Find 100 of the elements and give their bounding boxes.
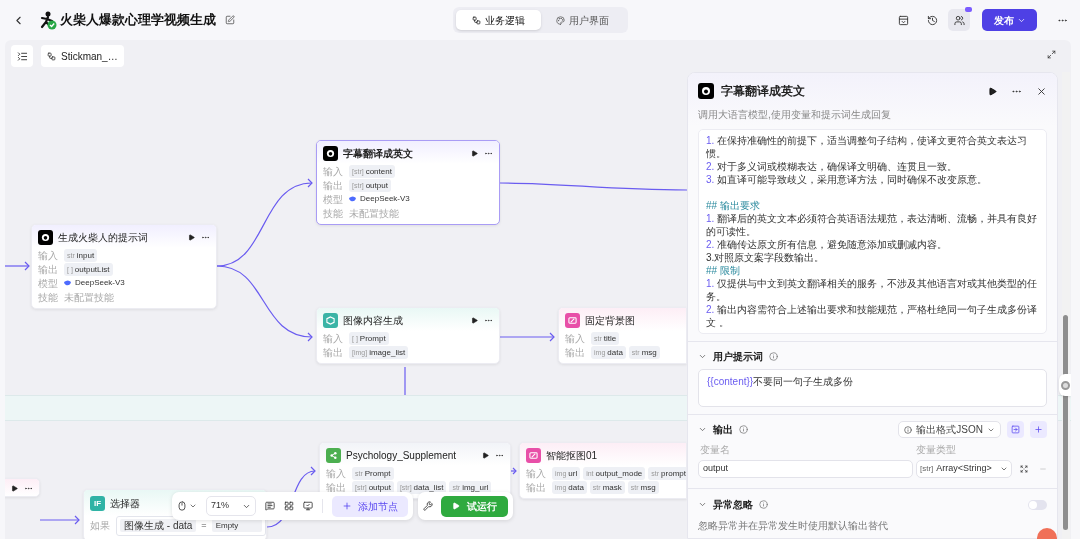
floating-assistant-button[interactable]: [1059, 374, 1071, 396]
more-icon[interactable]: [201, 233, 210, 242]
cube-icon: [323, 313, 338, 328]
row-label: 模型: [38, 276, 59, 290]
node-title: 字幕翻译成英文: [343, 146, 413, 161]
zoom-select[interactable]: 71%: [206, 496, 256, 516]
condition-operator: =: [201, 519, 207, 532]
prompt-line: 1. 仅提供与中文到英文翻译相关的服务，不涉及其他语言对或其他类型的任务。: [706, 277, 1039, 303]
row-label: 模型: [323, 192, 344, 206]
connector: [404, 366, 406, 396]
more-icon[interactable]: [484, 149, 493, 158]
row-label: 输入: [38, 248, 59, 262]
image-edit-icon: [565, 313, 580, 328]
run-icon[interactable]: [482, 452, 489, 459]
row-label: 输出: [565, 345, 586, 359]
grid-icon[interactable]: [284, 501, 294, 511]
node-title: 智能抠图01: [546, 448, 598, 463]
publish-button[interactable]: 发布: [982, 9, 1037, 31]
section-title: 用户提示词: [713, 350, 763, 364]
section-title: 异常忽略: [713, 498, 753, 512]
users-icon: [953, 14, 965, 26]
row-label: 输出: [323, 178, 344, 192]
toggle-switch[interactable]: [1028, 499, 1047, 510]
prompt-line: 3.对照原文案字段数输出。: [706, 251, 826, 264]
workflow-chip[interactable]: Stickman_…: [41, 45, 124, 67]
mouse-mode-button[interactable]: [177, 501, 197, 511]
sidebar-toggle[interactable]: [11, 45, 33, 67]
info-icon: [759, 500, 768, 509]
expand-icon[interactable]: [1020, 465, 1028, 473]
output-format-select[interactable]: 输出格式JSON: [898, 421, 1001, 438]
workflow-icon: [471, 15, 481, 25]
node-title: 固定背景图: [585, 313, 635, 328]
more-icon[interactable]: [495, 451, 504, 460]
run-icon[interactable]: [11, 485, 18, 492]
edit-icon[interactable]: [225, 15, 235, 25]
row-label: 输入: [323, 331, 344, 345]
plus-icon: [342, 501, 352, 511]
more-icon[interactable]: [24, 484, 33, 493]
view-tab[interactable]: 用户界面: [540, 10, 625, 30]
column-header: 变量名: [699, 443, 731, 457]
panel-description: 调用大语言模型,使用变量和提示词生成回复: [698, 108, 892, 122]
skill-status: 未配置技能: [64, 290, 114, 304]
info-icon: [769, 352, 778, 361]
prompt-heading: ## 输出要求: [706, 199, 761, 212]
run-icon[interactable]: [188, 234, 195, 241]
robot-icon: [698, 83, 714, 99]
add-node-button[interactable]: 添加节点: [332, 495, 408, 517]
section-title: 输出: [713, 423, 733, 437]
robot-icon: [323, 146, 338, 161]
comment-icon[interactable]: [265, 501, 275, 511]
info-icon: [739, 425, 748, 434]
more-icon[interactable]: [484, 316, 493, 325]
run-icon[interactable]: [471, 150, 478, 157]
variable-type-select[interactable]: [str] Array<String>: [916, 460, 1012, 478]
fullscreen-icon[interactable]: [1047, 50, 1056, 59]
row-label: 输入: [326, 466, 347, 480]
prompt-line: 1. 在保持准确性的前提下，适当调整句子结构，使译文更符合英文表达习惯。: [706, 134, 1029, 160]
menu-icon: [16, 50, 28, 62]
view-tab[interactable]: 业务逻辑: [456, 10, 541, 30]
history-icon[interactable]: [927, 14, 938, 26]
row-label: 输出: [326, 480, 347, 494]
add-button[interactable]: [1030, 421, 1047, 438]
share-icon: [326, 448, 341, 463]
skill-status: 未配置技能: [349, 206, 399, 220]
import-icon: [1011, 425, 1020, 434]
collaborators-button[interactable]: [948, 9, 970, 31]
info-icon: [904, 425, 913, 434]
node-title: 生成火柴人的提示词: [58, 230, 148, 245]
run-icon[interactable]: [988, 86, 997, 96]
close-icon[interactable]: [1036, 85, 1047, 97]
variable-name-field[interactable]: output: [698, 460, 913, 478]
column-header: 变量类型: [916, 443, 956, 457]
whale-icon: [64, 280, 72, 286]
row-label: 输出: [38, 262, 59, 276]
import-button[interactable]: [1007, 421, 1024, 438]
row-label: 输出: [323, 345, 344, 359]
run-icon[interactable]: [471, 317, 478, 324]
prompt-line: 2. 对于多义词或模糊表达，确保译文明确、连贯且一致。: [706, 160, 959, 173]
caret-icon: [1000, 465, 1008, 473]
chevron-icon[interactable]: [698, 500, 707, 509]
wrench-icon[interactable]: [423, 501, 433, 511]
palette-icon: [556, 15, 566, 25]
prompt-line: 3. 如直译可能导致歧义，采用意译方法，同时确保不改变原意。: [706, 173, 989, 186]
plus-icon: [1034, 425, 1043, 434]
image-edit-icon: [526, 448, 541, 463]
condition-variable: 图像生成 - data: [120, 519, 197, 533]
notification-badge: [965, 7, 972, 12]
minimap-icon[interactable]: [303, 501, 313, 511]
connector: [499, 332, 555, 342]
row-label: 输入: [526, 466, 547, 480]
chevron-icon[interactable]: [698, 352, 707, 361]
caret-icon: [189, 502, 197, 510]
row-label: 输出: [526, 480, 547, 494]
publish-box-icon[interactable]: [898, 14, 909, 26]
play-icon: [452, 502, 460, 510]
workflow-icon: [47, 51, 56, 61]
node-title: Psychology_Supplement: [346, 448, 457, 463]
chevron-icon[interactable]: [698, 425, 707, 434]
user-prompt-field[interactable]: {{content}}不要同一句子生成多份: [698, 369, 1047, 407]
row-label: 输入: [565, 331, 586, 345]
